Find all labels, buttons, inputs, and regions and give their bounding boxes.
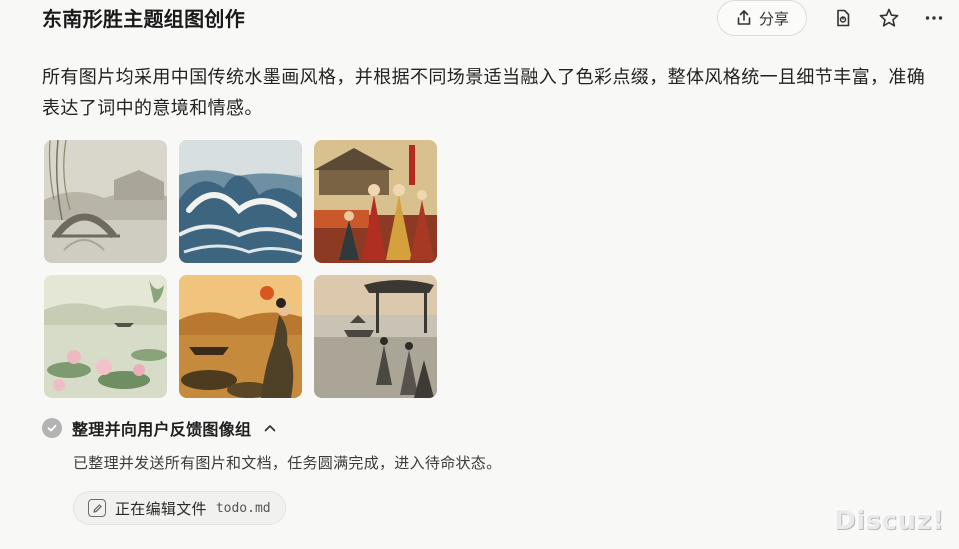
edit-icon: [88, 499, 106, 517]
watermark: Discuz!: [834, 506, 945, 536]
share-icon: [735, 9, 753, 27]
favorite-button[interactable]: [871, 0, 907, 36]
gallery-image-lotus[interactable]: [44, 275, 167, 398]
chevron-up-icon[interactable]: [263, 421, 277, 435]
file-action-label: 正在编辑文件: [115, 499, 207, 518]
page-title: 东南形胜主题组图创作: [42, 7, 245, 31]
task-step[interactable]: 整理并向用户反馈图像组: [42, 414, 277, 442]
check-icon: [42, 418, 62, 438]
gallery-image-market[interactable]: [314, 140, 437, 263]
gallery-image-waves[interactable]: [179, 140, 302, 263]
document-icon: [833, 8, 853, 28]
document-button[interactable]: [825, 0, 861, 36]
more-icon: [924, 8, 944, 28]
step-label: 整理并向用户反馈图像组: [72, 420, 252, 439]
file-action-pill[interactable]: 正在编辑文件 todo.md: [73, 491, 286, 525]
gallery-image-bridge[interactable]: [44, 140, 167, 263]
gallery-image-sunset[interactable]: [179, 275, 302, 398]
star-icon: [878, 7, 900, 29]
step-detail: 已整理并发送所有图片和文档，任务圆满完成，进入待命状态。: [73, 454, 502, 472]
more-button[interactable]: [916, 0, 952, 36]
file-name: todo.md: [215, 500, 271, 516]
share-button[interactable]: 分享: [717, 0, 807, 36]
message-description: 所有图片均采用中国传统水墨画风格，并根据不同场景适当融入了色彩点缀，整体风格统一…: [42, 67, 926, 119]
gallery-image-pavilion[interactable]: [314, 275, 437, 398]
share-label: 分享: [758, 9, 789, 28]
